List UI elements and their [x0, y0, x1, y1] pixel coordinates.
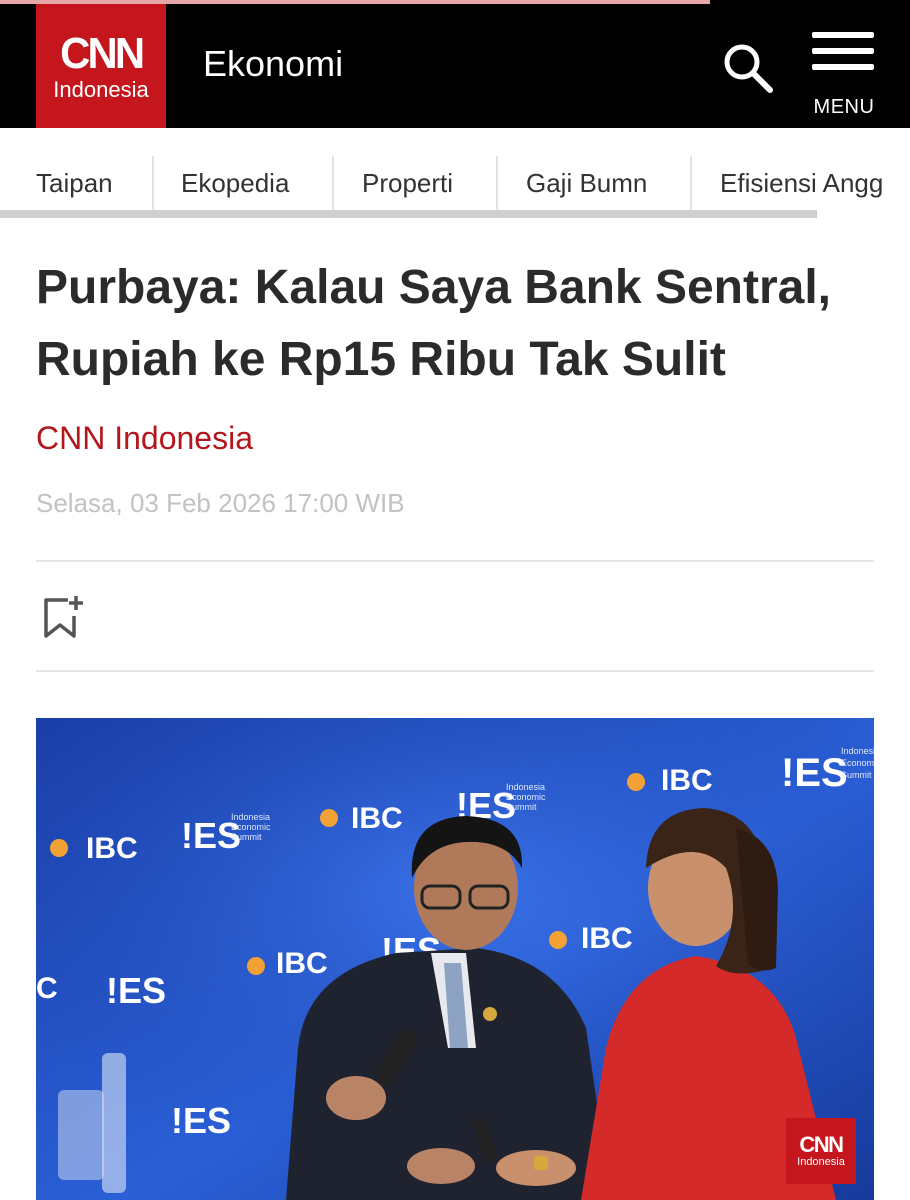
nav-item-properti[interactable]: Properti [362, 156, 453, 210]
svg-text:Summit: Summit [841, 770, 872, 780]
article-headline: Purbaya: Kalau Saya Bank Sentral, Rupiah… [36, 261, 831, 386]
svg-text:IBC: IBC [276, 947, 328, 980]
svg-text:!ES: !ES [781, 751, 848, 795]
nav-scrollbar[interactable] [0, 210, 817, 218]
divider [36, 560, 874, 562]
nav-item-ekopedia[interactable]: Ekopedia [181, 156, 289, 210]
nav-item-efisiensi-anggaran[interactable]: Efisiensi Angg [720, 156, 883, 210]
svg-text:IBC: IBC [351, 802, 403, 835]
divider [36, 670, 874, 672]
article-date: Selasa, 03 Feb 2026 17:00 WIB [36, 488, 405, 518]
nav-item-taipan[interactable]: Taipan [36, 156, 113, 210]
svg-text:Indonesia: Indonesia [506, 782, 545, 792]
ibc-logo: IBC [86, 832, 138, 865]
svg-text:Summit: Summit [506, 802, 537, 812]
logo-mark: CNN [59, 29, 145, 78]
svg-text:Economic: Economic [231, 822, 271, 832]
svg-text:C: C [36, 972, 58, 1005]
menu-label: MENU [813, 96, 875, 118]
article-photo-image: IBC !ES IBC !ES IBC !ES !ES C IBC !ES IB… [36, 718, 874, 1200]
svg-text:Summit: Summit [231, 832, 262, 842]
nav-divider [690, 156, 692, 210]
article-photo[interactable]: IBC !ES IBC !ES IBC !ES !ES C IBC !ES IB… [36, 718, 874, 1200]
watermark-sub: Indonesia [797, 1155, 845, 1168]
svg-text:Economic: Economic [506, 792, 546, 802]
search-button[interactable] [722, 42, 776, 96]
bookmark-add-icon [44, 596, 83, 638]
hamburger-icon-bar [812, 64, 874, 70]
svg-text:Economic: Economic [841, 758, 874, 768]
article-author[interactable]: CNN Indonesia [36, 420, 253, 457]
svg-text:Indonesia: Indonesia [231, 812, 270, 822]
nav-divider [152, 156, 154, 210]
site-header: CNN Indonesia Ekonomi MENU [0, 4, 910, 128]
svg-text:!ES: !ES [171, 1100, 231, 1141]
subcategory-nav[interactable]: Taipan Ekopedia Properti Gaji Bumn Efisi… [0, 156, 910, 212]
watermark-main: CNN [799, 1131, 844, 1157]
search-icon [724, 44, 773, 93]
svg-text:Indonesia: Indonesia [841, 746, 874, 756]
nav-divider [496, 156, 498, 210]
bookmark-button[interactable] [42, 594, 86, 642]
hamburger-icon [812, 32, 874, 38]
hamburger-icon-bar [812, 48, 874, 54]
svg-text:IBC: IBC [581, 922, 633, 955]
menu-button[interactable]: MENU [806, 30, 882, 126]
cnn-indonesia-logo[interactable]: CNN Indonesia [36, 4, 166, 128]
section-title[interactable]: Ekonomi [203, 42, 343, 86]
svg-text:!ES: !ES [106, 970, 166, 1011]
nav-divider [332, 156, 334, 210]
logo-sub: Indonesia [53, 77, 149, 102]
cnn-watermark: CNN Indonesia [786, 1118, 856, 1184]
svg-text:IBC: IBC [661, 764, 713, 797]
nav-item-gaji-bumn[interactable]: Gaji Bumn [526, 156, 647, 210]
